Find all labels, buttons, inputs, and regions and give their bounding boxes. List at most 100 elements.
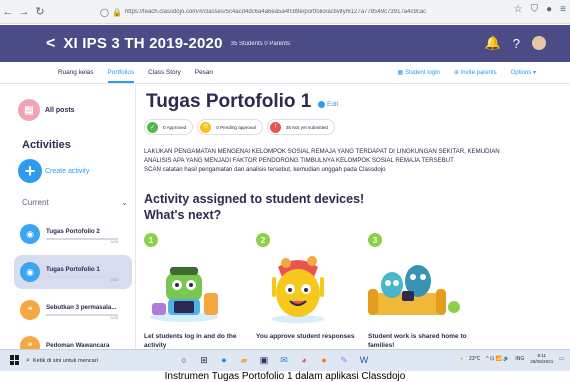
- tray-icons[interactable]: ^ ⊡ 📶 🔊: [486, 356, 509, 362]
- sidebar: ▤ All posts Activities + Create activity…: [0, 85, 136, 356]
- description-line: SCAN catatan hasil pengamatan dan analis…: [144, 166, 386, 174]
- student-login-label: Student login: [404, 70, 440, 76]
- create-activity-label: Create activity: [45, 167, 90, 175]
- activity-count: 0/35: [110, 239, 118, 244]
- forward-arrow-icon[interactable]: →: [16, 6, 32, 18]
- mail-icon[interactable]: ✉: [278, 353, 290, 367]
- not-submitted-badge[interactable]: ! 35 Not yet submitted: [266, 119, 335, 135]
- all-posts-label: All posts: [45, 106, 75, 114]
- tab-ruang-kelas[interactable]: Ruang kelas: [58, 69, 94, 76]
- chrome-icon[interactable]: ◕: [298, 353, 310, 367]
- activities-heading: Activities: [22, 139, 71, 151]
- main-content: Tugas Portofolio 1 Edit ✓ 0 Approved ⏲ 0…: [138, 85, 570, 349]
- pending-label: 0 Pending approval: [216, 124, 256, 130]
- status-badges: ✓ 0 Approved ⏲ 0 Pending approval ! 35 N…: [144, 119, 335, 135]
- clock[interactable]: 9:11 28/08/2021: [530, 353, 553, 365]
- student-tablet-illustration: [150, 267, 218, 322]
- browser-toolbar: ← → ↻ ◯ 🔒 https://teach.classdojo.com/#/…: [0, 0, 570, 24]
- shield-icon[interactable]: ⛉: [531, 4, 539, 15]
- invite-parents-link[interactable]: ⊕ Invite parents: [454, 69, 497, 76]
- class-meta: 35 Students 0 Parents: [230, 40, 291, 47]
- address-bar[interactable]: ◯ 🔒 https://teach.classdojo.com/#/classe…: [100, 4, 496, 20]
- back-chevron-icon[interactable]: <: [46, 35, 55, 53]
- firefox-icon[interactable]: ●: [318, 353, 330, 367]
- store-icon[interactable]: ▣: [258, 353, 270, 367]
- step-text: You approve student responses: [256, 333, 355, 340]
- activity-count: 0/35: [110, 277, 118, 282]
- windows-start-icon[interactable]: [10, 355, 20, 365]
- pending-badge[interactable]: ⏲ 0 Pending approval: [197, 119, 263, 135]
- approved-badge[interactable]: ✓ 0 Approved: [144, 119, 194, 135]
- help-icon[interactable]: ?: [513, 36, 520, 51]
- next-steps: 1 Let students log in and do the activit…: [144, 233, 564, 349]
- paint-icon[interactable]: ✎: [338, 353, 350, 367]
- step-number: 1: [144, 233, 158, 247]
- assigned-heading: Activity assigned to student devices! Wh…: [144, 191, 364, 224]
- progress-bar: [46, 314, 118, 317]
- shield-icon: ◯: [100, 7, 109, 17]
- whats-next-line: What's next?: [144, 208, 222, 223]
- weather-label[interactable]: 23°C: [469, 356, 480, 362]
- class-header: < XI IPS 3 TH 2019-2020 35 Students 0 Pa…: [0, 25, 570, 62]
- taskbar-apps: ○ ⊞ ● ▰ ▣ ✉ ◕ ● ✎ W: [178, 353, 370, 367]
- edit-button[interactable]: Edit: [318, 101, 338, 108]
- create-activity-button[interactable]: + Create activity: [18, 159, 89, 183]
- step-1: 1 Let students log in and do the activit…: [144, 233, 254, 349]
- plus-icon: +: [18, 159, 42, 183]
- star-icon[interactable]: ☆: [514, 4, 523, 15]
- step-number: 3: [368, 233, 382, 247]
- step-text: Let students log in and do the activity: [144, 333, 237, 349]
- class-name: XI IPS 3 TH 2019-2020: [63, 35, 223, 52]
- tab-portfolios[interactable]: Portfolios: [107, 69, 135, 83]
- tab-pesan[interactable]: Pesan: [195, 69, 213, 76]
- avatar[interactable]: [532, 36, 546, 50]
- current-section-toggle[interactable]: Current ⌄: [22, 198, 128, 207]
- step-2: 2 You approve student responses: [256, 233, 366, 349]
- clock-icon: ⏲: [200, 121, 212, 133]
- reload-icon[interactable]: ↻: [32, 5, 48, 18]
- progress-bar: [46, 238, 118, 241]
- clock-date: 28/08/2021: [530, 358, 554, 364]
- progress-bar: [46, 276, 118, 279]
- url-text: https://teach.classdojo.com/#/classes/5c…: [124, 9, 427, 15]
- options-dropdown[interactable]: Options ▾: [511, 69, 536, 76]
- edit-icon: [318, 101, 325, 108]
- assigned-heading-line: Activity assigned to student devices!: [144, 192, 365, 206]
- step-number: 2: [256, 233, 270, 247]
- taskbar-search-placeholder: Ketik di sini untuk mencari: [32, 358, 98, 364]
- extensions-icon[interactable]: ●: [546, 4, 552, 15]
- sidebar-item-all-posts[interactable]: ▤ All posts: [18, 99, 75, 121]
- windows-taskbar: ⌕ Ketik di sini untuk mencari ○ ⊞ ● ▰ ▣ …: [0, 349, 570, 371]
- activity-item-sebutkan[interactable]: ❝ Sebutkan 3 permasala... 0/35: [14, 293, 132, 327]
- options-label: Options: [510, 70, 532, 76]
- bell-icon[interactable]: 🔔: [485, 35, 501, 51]
- step-3: 3 Student work is shared home to familie…: [368, 233, 478, 349]
- taskbar-search[interactable]: ⌕ Ketik di sini untuk mencari: [26, 354, 168, 368]
- header-icons: 🔔 ?: [485, 35, 546, 51]
- activity-title: Tugas Portofolio 1: [46, 265, 100, 273]
- activity-item-tugas-1[interactable]: ◉ Tugas Portofolio 1 0/35: [14, 255, 132, 289]
- notification-icon[interactable]: ▭: [559, 356, 564, 362]
- task-view-icon[interactable]: ○: [178, 353, 190, 367]
- word-icon[interactable]: W: [358, 353, 370, 367]
- weather-icon: ●: [460, 355, 464, 362]
- posts-icon: ▤: [18, 99, 40, 121]
- taskbar-app-icon[interactable]: ⊞: [198, 353, 210, 367]
- tab-bar: Ruang kelas Portfolios Class Story Pesan…: [0, 62, 570, 84]
- invite-parents-label: Invite parents: [460, 70, 497, 76]
- menu-icon[interactable]: ≡: [560, 4, 566, 15]
- student-login-link[interactable]: ▦ Student login: [398, 69, 440, 76]
- alert-icon: !: [269, 121, 281, 133]
- description-line: LAKUKAN PENGAMATAN MENGENAI KELOMPOK SOS…: [144, 148, 500, 155]
- back-arrow-icon[interactable]: ←: [0, 6, 16, 18]
- description-line: ANALISIS APA YANG MENJADI FAKTOR PENDORO…: [144, 157, 454, 165]
- activity-count: 0/35: [110, 315, 118, 320]
- tab-class-story[interactable]: Class Story: [148, 69, 181, 76]
- edge-icon[interactable]: ●: [218, 353, 230, 367]
- quote-icon: ❝: [20, 300, 40, 320]
- figure-caption: Instrumen Tugas Portofolio 1 dalam aplik…: [0, 371, 570, 382]
- language-label[interactable]: ING: [515, 356, 524, 362]
- activity-item-tugas-2[interactable]: ◉ Tugas Portofolio 2 0/35: [14, 217, 132, 251]
- explorer-icon[interactable]: ▰: [238, 353, 250, 367]
- camera-icon: ◉: [20, 224, 40, 244]
